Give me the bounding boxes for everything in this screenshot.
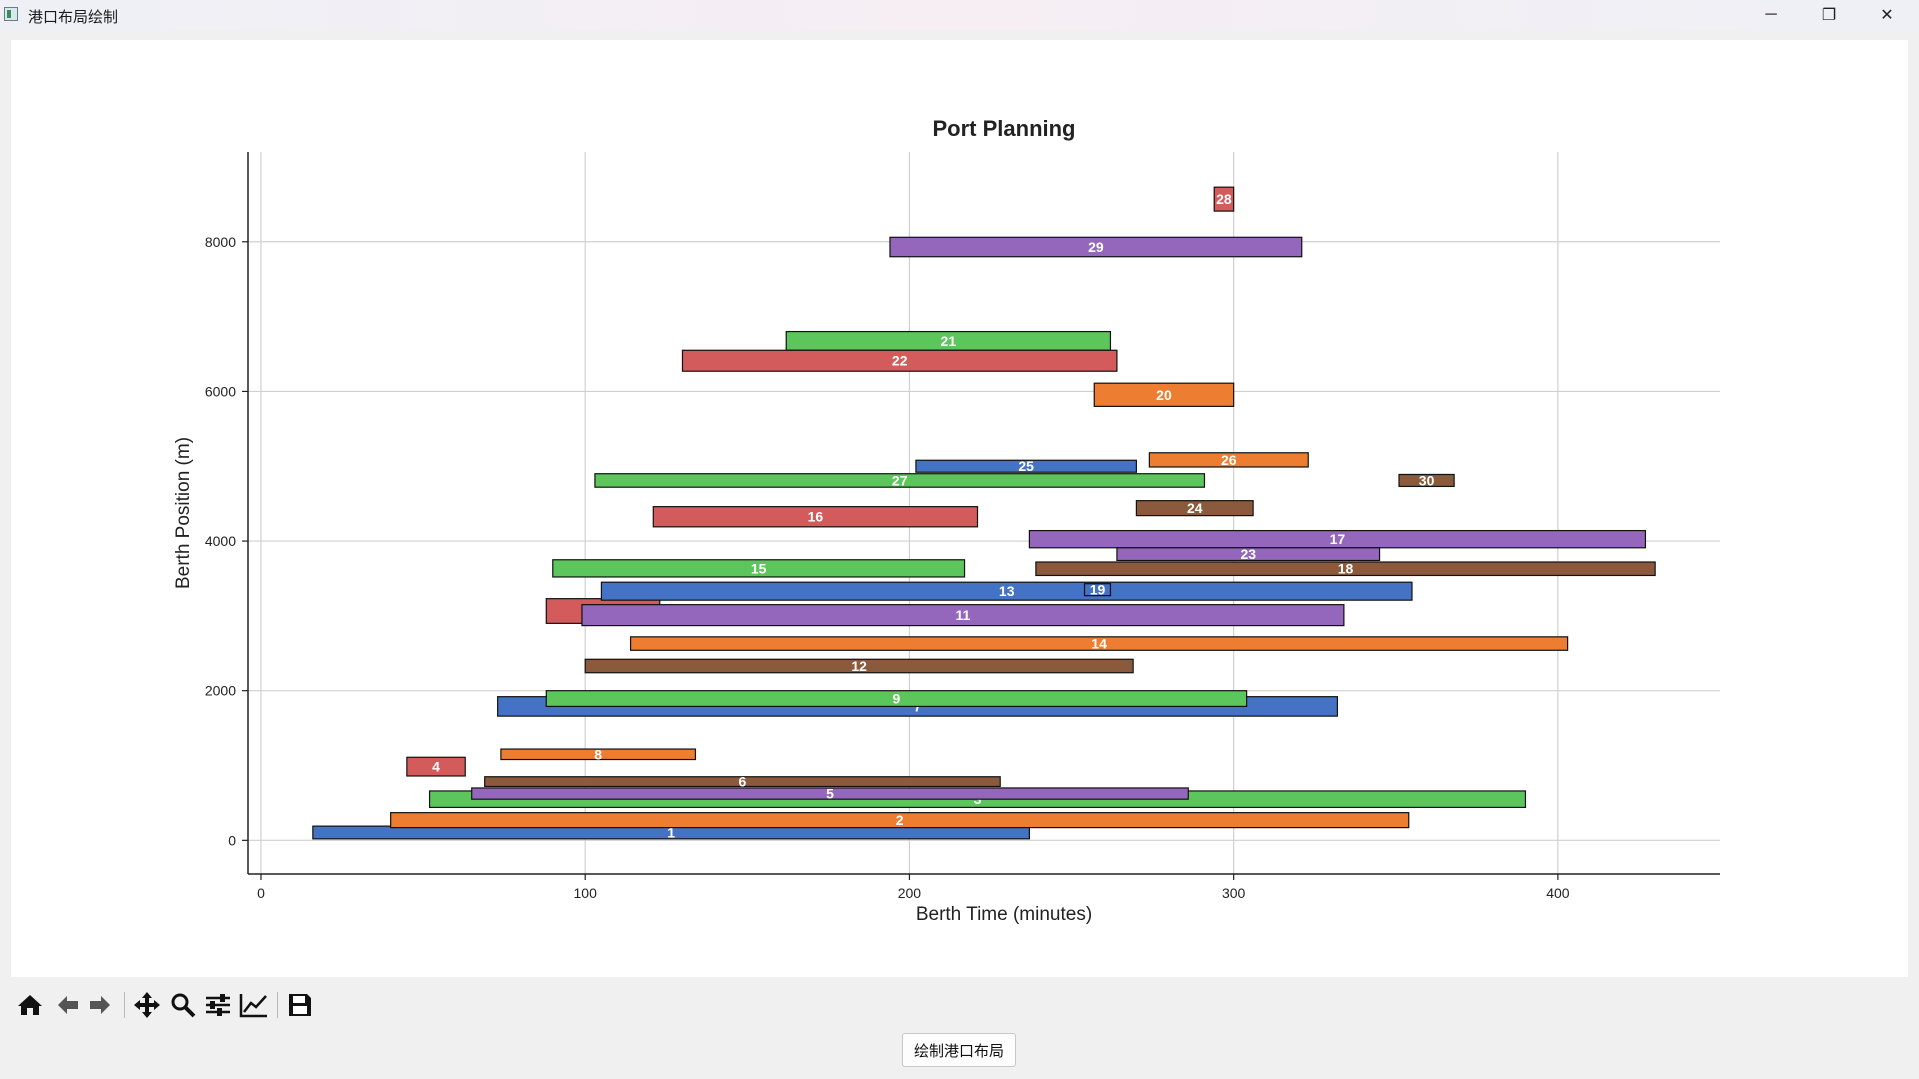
x-tick-label: 300 (1222, 885, 1246, 901)
x-tick-label: 0 (257, 885, 265, 901)
bar-label-13: 13 (999, 583, 1015, 599)
bar-label-29: 29 (1088, 239, 1104, 255)
save-disk-icon[interactable] (284, 988, 316, 1022)
zoom-magnifier-icon[interactable] (167, 988, 199, 1022)
chart-title: Port Planning (933, 116, 1076, 141)
title-bar: 港口布局绘制 ─ ❐ ✕ (0, 0, 1919, 30)
bar-label-16: 16 (808, 509, 824, 525)
bar-label-23: 23 (1240, 546, 1256, 562)
bar-label-27: 27 (892, 472, 908, 488)
bar-label-24: 24 (1187, 500, 1203, 516)
y-tick-label: 2000 (205, 683, 236, 699)
restore-button[interactable]: ❐ (1806, 0, 1852, 30)
x-tick-label: 200 (898, 885, 922, 901)
x-axis-label: Berth Time (minutes) (916, 904, 1092, 925)
y-axis-label: Berth Position (m) (173, 437, 194, 589)
y-tick-label: 8000 (205, 234, 236, 250)
draw-port-layout-button[interactable]: 绘制港口布局 (902, 1033, 1016, 1067)
toolbar-separator (124, 992, 125, 1018)
y-tick-label: 6000 (205, 383, 236, 399)
bar-label-17: 17 (1330, 531, 1346, 547)
bar-label-20: 20 (1156, 387, 1172, 403)
x-tick-label: 400 (1546, 885, 1570, 901)
pan-move-icon[interactable] (131, 988, 163, 1022)
bar-label-2: 2 (896, 812, 904, 828)
bar-label-21: 21 (941, 333, 957, 349)
bar-label-5: 5 (826, 786, 834, 802)
bar-label-19: 19 (1090, 582, 1106, 598)
home-icon[interactable] (14, 988, 46, 1022)
plot-canvas[interactable]: 1234567891011121314151617181920212223242… (11, 40, 1908, 977)
close-button[interactable]: ✕ (1864, 0, 1910, 30)
y-tick-label: 0 (228, 832, 236, 848)
bar-label-12: 12 (851, 658, 867, 674)
bar-label-6: 6 (739, 774, 747, 790)
bar-label-14: 14 (1091, 636, 1107, 652)
forward-arrow-icon[interactable] (84, 988, 116, 1022)
bar-label-28: 28 (1216, 191, 1232, 207)
x-tick-label: 100 (574, 885, 598, 901)
bar-label-15: 15 (751, 560, 767, 576)
bar-label-4: 4 (432, 759, 440, 775)
app-icon (4, 7, 18, 21)
back-arrow-icon[interactable] (52, 988, 84, 1022)
bar-label-25: 25 (1018, 458, 1034, 474)
port-planning-chart: 1234567891011121314151617181920212223242… (173, 116, 1720, 925)
bar-label-9: 9 (893, 691, 901, 707)
edit-axis-icon[interactable] (238, 988, 270, 1022)
navigation-toolbar (14, 988, 334, 1024)
y-tick-label: 4000 (205, 533, 236, 549)
window-title: 港口布局绘制 (28, 9, 119, 26)
bar-label-30: 30 (1419, 472, 1435, 488)
configure-subplots-icon[interactable] (202, 988, 234, 1022)
bar-label-22: 22 (892, 353, 908, 369)
minimize-button[interactable]: ─ (1748, 0, 1794, 30)
toolbar-separator (277, 992, 278, 1018)
bar-label-8: 8 (594, 746, 602, 762)
bar-label-11: 11 (956, 607, 971, 623)
bar-label-18: 18 (1338, 561, 1354, 577)
bar-label-26: 26 (1221, 452, 1237, 468)
